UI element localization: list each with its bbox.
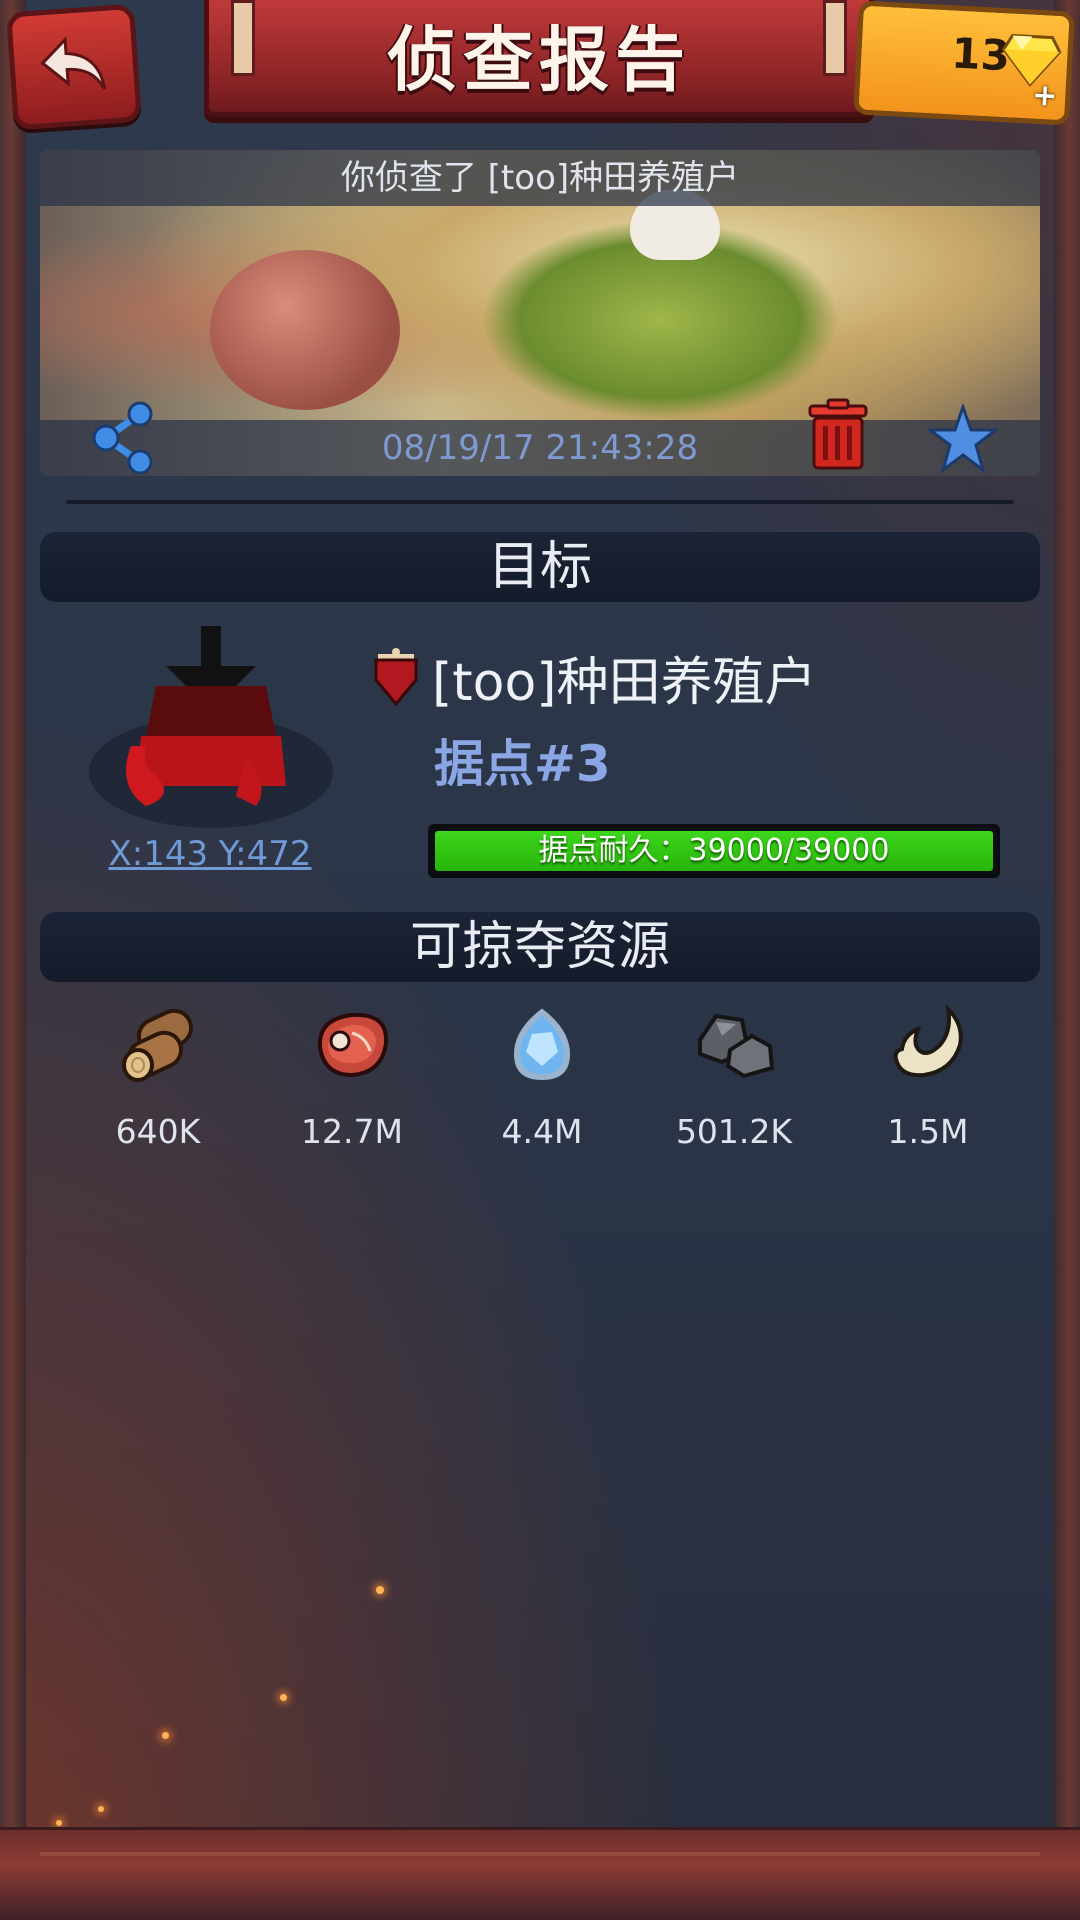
durability-bar: 据点耐久：39000/39000: [428, 824, 1000, 878]
resource-value: 4.4M: [501, 1112, 583, 1151]
resource-stone: 501.2K: [654, 1000, 814, 1151]
share-icon[interactable]: [88, 400, 158, 476]
resource-value: 1.5M: [887, 1112, 969, 1151]
castle-icon: [89, 626, 333, 828]
page-title: 侦查报告: [387, 19, 691, 101]
back-button[interactable]: [6, 3, 142, 131]
ember-particle: [98, 1806, 104, 1812]
scout-report-banner: 你侦查了 [too]种田养殖户 08/19/17 21:43:28: [40, 150, 1040, 476]
resource-bone: 1.5M: [848, 1000, 1008, 1151]
target-base-name: 据点#3: [434, 735, 611, 793]
resource-value: 501.2K: [675, 1112, 793, 1151]
resource-meat: 12.7M: [272, 1000, 432, 1151]
resource-value: 640K: [115, 1112, 201, 1151]
title-banner: 侦查报告: [204, 0, 874, 117]
wood-icon: [122, 1008, 194, 1082]
report-caption: 你侦查了 [too]种田养殖户: [40, 150, 1040, 206]
bone-icon: [893, 1005, 963, 1078]
scene-creature: [210, 250, 400, 410]
right-border: [1054, 0, 1080, 1920]
ember-particle: [376, 1586, 384, 1594]
ember-particle: [162, 1732, 169, 1739]
report-footer: 08/19/17 21:43:28: [40, 398, 1040, 476]
target-player-name: [too]种田养殖户: [432, 653, 817, 713]
resource-value: 12.7M: [301, 1112, 403, 1151]
target-coordinates-link[interactable]: X:143 Y:472: [90, 834, 330, 874]
ember-particle: [280, 1694, 287, 1701]
target-section-header: 目标: [40, 532, 1040, 602]
report-timestamp: 08/19/17 21:43:28: [381, 428, 699, 468]
divider: [66, 500, 1014, 504]
add-gems-icon: +: [1031, 77, 1059, 114]
alliance-flag-icon: [374, 648, 418, 706]
stone-icon: [698, 1013, 775, 1079]
resources-section-header: 可掠夺资源: [40, 912, 1040, 982]
delete-icon[interactable]: [806, 398, 870, 472]
durability-label: 据点耐久：39000/39000: [538, 833, 890, 868]
bottom-frame: [0, 1827, 1080, 1920]
gem-counter-button[interactable]: 13 +: [853, 0, 1075, 126]
resource-wood: 640K: [78, 1000, 238, 1151]
back-arrow-icon: [40, 36, 107, 90]
ember-particle: [56, 1820, 62, 1826]
left-border: [0, 0, 26, 1920]
favorite-star-icon[interactable]: [928, 404, 998, 474]
crystal-icon: [509, 1004, 575, 1085]
meat-icon: [317, 1012, 389, 1078]
resource-crystal: 4.4M: [462, 1000, 622, 1151]
